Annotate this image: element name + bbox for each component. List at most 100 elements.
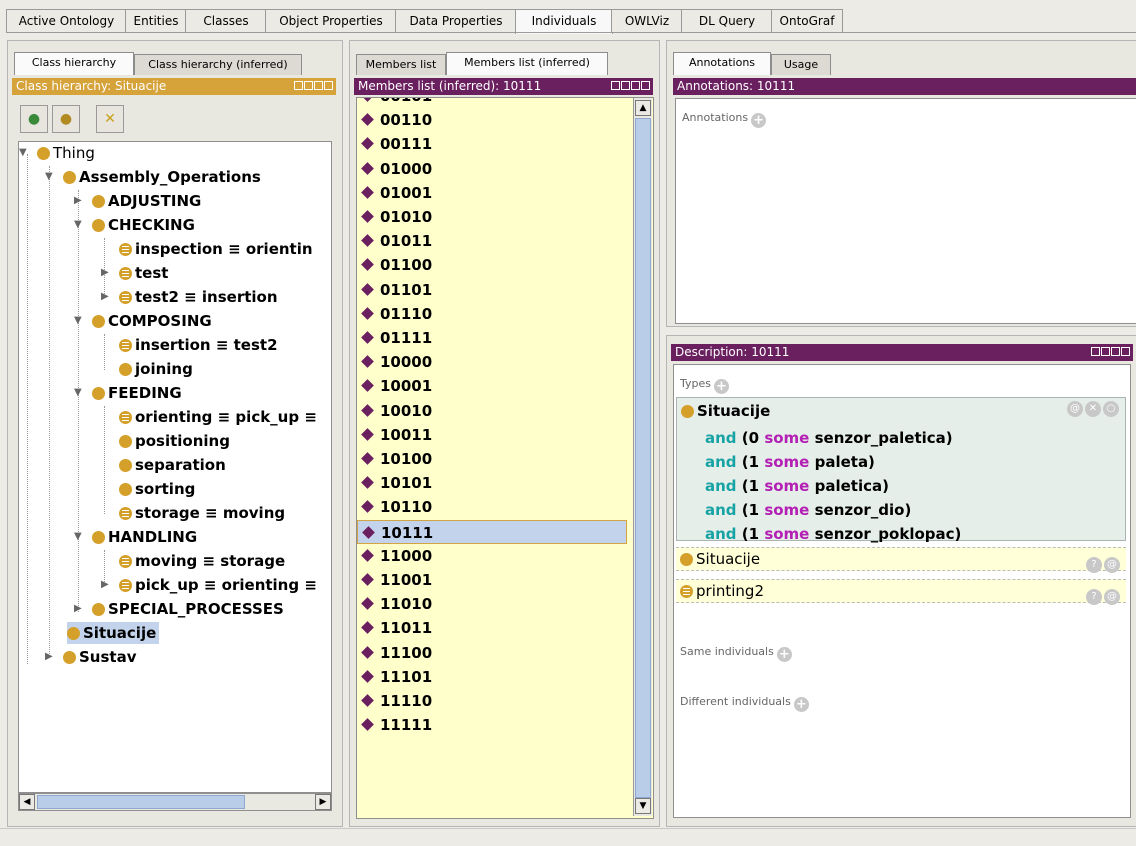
tab-annotations[interactable]: Annotations xyxy=(673,52,771,75)
inferred-type-row-situacije[interactable]: Situacije ? @ xyxy=(676,547,1126,573)
scroll-down-button[interactable]: ▼ xyxy=(635,798,651,814)
member-item[interactable]: 01011 xyxy=(357,229,627,253)
type-expression-box[interactable]: Situacije @ ✕ ○ and (0 some senzor_paletic… xyxy=(676,397,1126,543)
tab-individuals[interactable]: Individuals xyxy=(515,9,613,34)
tree-node-moving[interactable]: moving ≡ storage xyxy=(119,550,285,572)
member-item[interactable]: 00111 xyxy=(357,132,627,156)
add-same-individual-icon[interactable]: + xyxy=(776,647,792,662)
member-item[interactable]: 00101 xyxy=(357,98,627,108)
tree-node-sorting[interactable]: sorting xyxy=(119,478,195,500)
scroll-thumb[interactable] xyxy=(635,118,651,798)
scroll-right-button[interactable]: ▶ xyxy=(315,794,331,810)
tab-entities[interactable]: Entities xyxy=(125,9,187,32)
tree-node-handling[interactable]: ▼ HANDLING xyxy=(74,526,197,548)
inferred-type-row-printing2[interactable]: printing2 ? @ xyxy=(676,579,1126,605)
add-annotation-icon[interactable]: + xyxy=(751,113,767,128)
delete-icon[interactable]: ✕ xyxy=(1085,401,1101,417)
annotate-icon[interactable]: @ xyxy=(1104,589,1120,605)
tab-data-properties[interactable]: Data Properties xyxy=(395,9,517,32)
tree-node-assembly-operations[interactable]: ▼ Assembly_Operations xyxy=(45,166,261,188)
member-item[interactable]: 11001 xyxy=(357,568,627,592)
scroll-up-button[interactable]: ▲ xyxy=(635,100,651,116)
member-item[interactable]: 11000 xyxy=(357,544,627,568)
member-item[interactable]: 01001 xyxy=(357,181,627,205)
tree-node-test[interactable]: ▶ test xyxy=(101,262,168,284)
member-item[interactable]: 10111 xyxy=(357,519,627,544)
member-item[interactable]: 01010 xyxy=(357,205,627,229)
member-item[interactable]: 00110 xyxy=(357,108,627,132)
equivalent-class-icon xyxy=(680,585,693,598)
tree-node-adjusting[interactable]: ▶ ADJUSTING xyxy=(74,190,201,212)
edit-icon[interactable]: ○ xyxy=(1103,401,1119,417)
member-item[interactable]: 10010 xyxy=(357,399,627,423)
member-item[interactable]: 10011 xyxy=(357,423,627,447)
tree-node-inspection[interactable]: inspection ≡ orientin xyxy=(119,238,313,260)
tree-node-checking[interactable]: ▼ CHECKING xyxy=(74,214,195,236)
delete-class-button[interactable]: ✕ xyxy=(96,105,124,133)
tree-node-special-processes[interactable]: ▶ SPECIAL_PROCESSES xyxy=(74,598,284,620)
tab-ontograf[interactable]: OntoGraf xyxy=(771,9,843,32)
view-controls[interactable] xyxy=(611,81,650,91)
tab-dl-query[interactable]: DL Query xyxy=(681,9,773,32)
explain-icon[interactable]: ? xyxy=(1086,589,1102,605)
add-sibling-button[interactable]: ● xyxy=(52,105,80,133)
member-item[interactable]: 10001 xyxy=(357,374,627,398)
member-item[interactable]: 01101 xyxy=(357,278,627,302)
individual-icon xyxy=(361,669,374,683)
member-item[interactable]: 11011 xyxy=(357,616,627,640)
annotations-header-title: Annotations: 10111 xyxy=(677,79,796,93)
member-label: 01101 xyxy=(380,280,433,299)
tree-node-insertion[interactable]: insertion ≡ test2 xyxy=(119,334,278,356)
scroll-thumb[interactable] xyxy=(37,795,245,809)
member-item[interactable]: 01110 xyxy=(357,302,627,326)
add-subclass-button[interactable]: ● xyxy=(20,105,48,133)
annotate-icon[interactable]: @ xyxy=(1104,557,1120,573)
tree-node-sustav[interactable]: ▶ Sustav xyxy=(45,646,136,668)
tab-members-list-inferred[interactable]: Members list (inferred) xyxy=(446,52,608,75)
member-item[interactable]: 11100 xyxy=(357,641,627,665)
tab-classes[interactable]: Classes xyxy=(185,9,267,32)
tree-node-orienting[interactable]: orienting ≡ pick_up ≡ xyxy=(119,406,317,428)
member-item[interactable]: 11010 xyxy=(357,592,627,616)
member-item[interactable]: 10101 xyxy=(357,471,627,495)
member-item[interactable]: 10110 xyxy=(357,495,627,519)
tree-node-feeding[interactable]: ▼ FEEDING xyxy=(74,382,182,404)
tree-node-situacije[interactable]: Situacije xyxy=(67,622,160,644)
member-item[interactable]: 10000 xyxy=(357,350,627,374)
view-controls[interactable] xyxy=(294,81,333,91)
tree-node-composing[interactable]: ▼ COMPOSING xyxy=(74,310,212,332)
tree-node-pick-up[interactable]: ▶ pick_up ≡ orienting ≡ xyxy=(101,574,317,596)
member-item[interactable]: 11101 xyxy=(357,665,627,689)
view-controls[interactable] xyxy=(1091,347,1130,357)
tab-usage[interactable]: Usage xyxy=(771,54,831,75)
tab-owlviz[interactable]: OWLViz xyxy=(611,9,683,32)
tab-object-properties[interactable]: Object Properties xyxy=(265,9,397,32)
tree-node-thing[interactable]: ▼ Thing xyxy=(19,142,95,164)
tree-node-separation[interactable]: separation xyxy=(119,454,226,476)
arrow-up-icon: ▲ xyxy=(639,103,647,113)
member-item[interactable]: 01100 xyxy=(357,253,627,277)
individual-icon xyxy=(361,282,374,296)
tab-members-list[interactable]: Members list xyxy=(356,54,446,75)
explain-icon[interactable]: ? xyxy=(1086,557,1102,573)
tree-node-positioning[interactable]: positioning xyxy=(119,430,230,452)
tab-active-ontology[interactable]: Active Ontology xyxy=(6,9,127,32)
tab-class-hierarchy[interactable]: Class hierarchy xyxy=(14,52,134,75)
class-icon xyxy=(92,195,105,208)
tab-class-hierarchy-inferred[interactable]: Class hierarchy (inferred) xyxy=(134,54,302,75)
member-item[interactable]: 11110 xyxy=(357,689,627,713)
annotate-icon[interactable]: @ xyxy=(1067,401,1083,417)
tree-horizontal-scrollbar[interactable]: ◀ ▶ xyxy=(18,793,332,811)
member-item[interactable]: 10100 xyxy=(357,447,627,471)
member-item[interactable]: 01000 xyxy=(357,157,627,181)
members-vertical-scrollbar[interactable]: ▲ ▼ xyxy=(633,98,652,816)
members-list: 00101 00110 00111 01000 01001 01010 01011 01100… xyxy=(356,97,654,819)
member-item[interactable]: 01111 xyxy=(357,326,627,350)
scroll-left-button[interactable]: ◀ xyxy=(19,794,35,810)
add-type-icon[interactable]: + xyxy=(714,379,729,394)
member-item[interactable]: 11111 xyxy=(357,713,627,737)
tree-node-joining[interactable]: joining xyxy=(119,358,193,380)
add-different-individual-icon[interactable]: + xyxy=(793,697,809,712)
tree-node-test2[interactable]: ▶ test2 ≡ insertion xyxy=(101,286,278,308)
tree-node-storage[interactable]: storage ≡ moving xyxy=(119,502,285,524)
